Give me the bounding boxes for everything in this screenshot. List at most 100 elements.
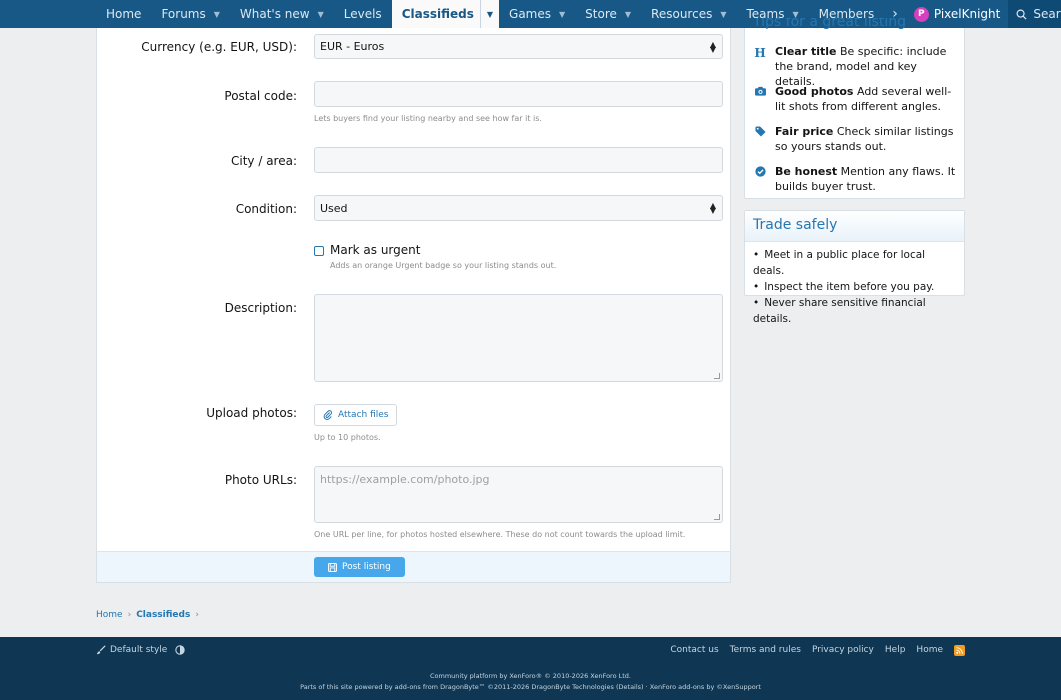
urgent-hint: Adds an orange Urgent badge so your list… — [330, 261, 557, 270]
tag-icon — [753, 126, 767, 154]
trade-safely-block: Trade safely Meet in a public place for … — [744, 210, 965, 325]
postal-code-input[interactable] — [314, 81, 723, 107]
nav-label: Levels — [343, 7, 382, 21]
tip-item: Fair price Check similar listings so you… — [753, 124, 958, 154]
footer: Default style Contact us Terms and rules… — [0, 637, 1061, 700]
nav-item-home[interactable]: Home — [96, 0, 151, 28]
camera-icon — [753, 86, 767, 114]
description-textarea[interactable] — [314, 294, 723, 382]
photo-urls-label: Photo URLs: — [224, 473, 297, 487]
paperclip-icon — [323, 410, 332, 420]
nav-item-classifieds[interactable]: Classifieds ▼ — [391, 0, 500, 28]
chevron-down-icon[interactable]: ▼ — [625, 10, 631, 19]
description-label: Description: — [224, 301, 297, 315]
nav-item-games[interactable]: Games ▼ — [499, 0, 575, 28]
postal-code-label: Postal code: — [224, 89, 297, 103]
tip-item: H Clear title Be specific: include the b… — [753, 44, 958, 89]
nav-label: What's new — [239, 7, 310, 21]
save-icon — [328, 562, 337, 572]
list-item: Inspect the item before you pay. — [753, 279, 956, 295]
search-label: Search — [1033, 7, 1061, 21]
chevron-down-icon[interactable]: ▼ — [318, 10, 324, 19]
upload-photos-label: Upload photos: — [206, 406, 297, 420]
tip-item: Good photos Add several well-lit shots f… — [753, 84, 958, 114]
resize-handle-icon[interactable] — [714, 514, 720, 520]
nav-item-resources[interactable]: Resources ▼ — [641, 0, 736, 28]
tip-title: Be honest — [775, 165, 838, 178]
list-item: Never share sensitive financial details. — [753, 295, 956, 327]
upload-photos-hint: Up to 10 photos. — [314, 433, 381, 442]
select-arrows-icon: ▲ ▼ — [709, 201, 716, 215]
footer-link-home[interactable]: Home — [916, 645, 943, 655]
attach-files-button[interactable]: Attach files — [314, 404, 398, 426]
city-input[interactable] — [314, 147, 723, 173]
tip-title: Clear title — [775, 45, 837, 58]
tip-item: Be honest Mention any flaws. It builds b… — [753, 164, 958, 194]
username: PixelKnight — [933, 7, 1001, 21]
chevron-down-icon[interactable]: ▼ — [214, 10, 220, 19]
search-icon — [1016, 9, 1027, 20]
nav-label: Classifieds — [401, 7, 474, 21]
breadcrumb-home[interactable]: Home — [96, 610, 123, 620]
tip-text: Clear title Be specific: include the bra… — [775, 44, 958, 89]
footer-copyright: Community platform by XenForo® © 2010-20… — [429, 672, 631, 680]
chevron-down-icon[interactable]: ▼ — [479, 0, 493, 28]
heading-icon: H — [754, 46, 766, 60]
avatar: P — [913, 6, 929, 22]
condition-label: Condition: — [235, 202, 297, 216]
footer-link-help[interactable]: Help — [885, 645, 906, 655]
tip-title: Good photos — [775, 85, 854, 98]
nav-label: Resources — [651, 7, 713, 21]
condition-value: Used — [320, 201, 348, 215]
city-label: City / area: — [231, 154, 297, 168]
contrast-icon[interactable] — [175, 645, 186, 655]
nav-item-levels[interactable]: Levels — [334, 0, 392, 28]
footer-link-privacy[interactable]: Privacy policy — [812, 645, 874, 655]
trade-safely-title: Trade safely — [745, 211, 964, 242]
chevron-down-icon[interactable]: ▼ — [720, 10, 726, 19]
rss-icon[interactable] — [954, 644, 965, 656]
nav-label: Games — [509, 7, 552, 21]
footer-addons: Parts of this site powered by add-ons fr… — [300, 683, 761, 691]
chevron-right-icon: › — [195, 610, 199, 620]
tip-text: Good photos Add several well-lit shots f… — [775, 84, 958, 114]
urgent-checkbox[interactable] — [314, 246, 324, 256]
tip-text: Fair price Check similar listings so you… — [775, 124, 958, 154]
footer-links: Contact us Terms and rules Privacy polic… — [659, 644, 965, 656]
style-chooser[interactable]: Default style — [96, 645, 189, 655]
breadcrumb-classifieds[interactable]: Classifieds — [136, 610, 190, 620]
tips-title: Tips for a great listing — [753, 18, 907, 30]
tip-title: Fair price — [775, 125, 834, 138]
user-menu[interactable]: P PixelKnight — [906, 0, 1009, 28]
photo-urls-placeholder: https://example.com/photo.jpg — [320, 473, 490, 486]
tips-block: Tips for a great listing H Clear title B… — [744, 18, 965, 199]
paintbrush-icon — [96, 645, 106, 655]
form-submit-row: Post listing — [97, 551, 730, 582]
post-listing-button[interactable]: Post listing — [314, 557, 405, 577]
resize-handle-icon[interactable] — [714, 373, 720, 379]
chevron-down-icon[interactable]: ▼ — [559, 10, 565, 19]
select-arrows-icon: ▲ ▼ — [709, 39, 716, 54]
nav-label: Store — [585, 7, 617, 21]
footer-top-row: Default style Contact us Terms and rules… — [96, 643, 965, 657]
photo-urls-textarea[interactable]: https://example.com/photo.jpg — [314, 466, 723, 523]
nav-item-store[interactable]: Store ▼ — [575, 0, 641, 28]
footer-link-contact[interactable]: Contact us — [670, 645, 718, 655]
currency-value: EUR - Euros — [320, 40, 385, 53]
condition-select[interactable]: Used ▲ ▼ — [314, 195, 723, 221]
nav-item-whats-new[interactable]: What's new ▼ — [230, 0, 334, 28]
currency-label: Currency (e.g. EUR, USD): — [141, 40, 297, 54]
footer-link-terms[interactable]: Terms and rules — [730, 645, 801, 655]
attach-files-label: Attach files — [338, 410, 389, 420]
nav-item-forums[interactable]: Forums ▼ — [151, 0, 229, 28]
chevron-right-icon: › — [127, 610, 132, 620]
listing-form: Currency (e.g. EUR, USD): EUR - Euros ▲ ▼… — [96, 28, 731, 583]
nav-label: Forums — [161, 7, 206, 21]
postal-code-hint: Lets buyers find your listing nearby and… — [314, 114, 542, 123]
currency-select[interactable]: EUR - Euros ▲ ▼ — [314, 34, 723, 59]
nav-label: Home — [106, 7, 142, 21]
search-button[interactable]: Search — [1008, 0, 1061, 28]
urgent-label[interactable]: Mark as urgent — [330, 243, 420, 257]
list-item: Meet in a public place for local deals. — [753, 247, 956, 279]
tip-text: Be honest Mention any flaws. It builds b… — [775, 164, 958, 194]
